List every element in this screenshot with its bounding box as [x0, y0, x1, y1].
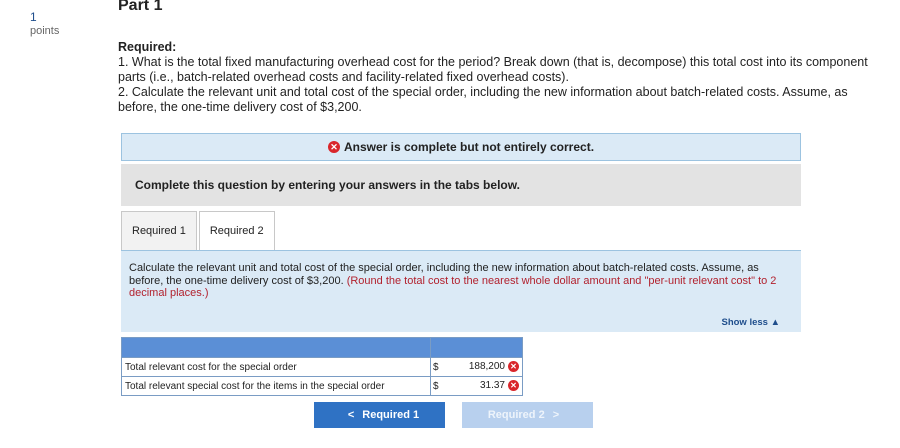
show-less-label: Show less — [721, 317, 768, 328]
required-item-2: 2. Calculate the relevant unit and total… — [118, 85, 848, 114]
table-row: Total relevant special cost for the item… — [121, 376, 523, 396]
header-cell — [121, 337, 431, 358]
x-circle-icon: ✕ — [327, 141, 340, 153]
tab-required-1[interactable]: Required 1 — [121, 211, 197, 251]
next-button-label: Required 2 — [487, 409, 545, 421]
chevron-left-icon: < — [347, 409, 355, 421]
answer-value: 31.37 — [479, 380, 505, 392]
show-less-link[interactable]: Show less ▲ — [721, 317, 780, 328]
x-circle-icon: ✕ — [508, 380, 519, 392]
answer-status-banner: ✕ Answer is complete but not entirely co… — [121, 133, 801, 161]
question-number: 1 — [30, 10, 37, 24]
tab-required-2[interactable]: Required 2 — [198, 211, 275, 251]
question-panel: Calculate the relevant unit and total co… — [121, 250, 801, 332]
prev-button[interactable]: < Required 1 — [314, 402, 445, 428]
answer-status-text: Answer is complete but not entirely corr… — [343, 140, 595, 154]
answer-value: 188,200 — [468, 361, 505, 373]
triangle-up-icon: ▲ — [770, 317, 780, 328]
part-title: Part 1 — [118, 0, 163, 14]
required-section: Required: 1. What is the total fixed man… — [118, 40, 868, 115]
prev-button-label: Required 1 — [362, 409, 420, 421]
currency-sign: $ — [430, 357, 440, 377]
row-label: Total relevant cost for the special orde… — [121, 357, 431, 377]
chevron-right-icon: > — [552, 409, 560, 421]
currency-sign: $ — [430, 376, 440, 396]
header-cell — [430, 337, 440, 358]
next-button[interactable]: Required 2 > — [462, 402, 593, 428]
tab-bar: Required 1 Required 2 — [121, 211, 275, 251]
required-heading: Required: — [118, 40, 177, 54]
header-cell — [439, 337, 523, 358]
row-label: Total relevant special cost for the item… — [121, 376, 431, 396]
instructions-text: Complete this question by entering your … — [135, 178, 520, 192]
x-circle-icon: ✕ — [508, 361, 519, 373]
table-header-row — [121, 337, 523, 358]
answer-input-unit-cost[interactable]: 31.37 ✕ — [439, 376, 523, 396]
table-row: Total relevant cost for the special orde… — [121, 357, 523, 377]
points-label: points — [30, 25, 60, 37]
answer-table: Total relevant cost for the special orde… — [121, 337, 523, 396]
instructions-box: Complete this question by entering your … — [121, 164, 801, 206]
required-item-1: 1. What is the total fixed manufacturing… — [118, 55, 868, 84]
panel-text: Calculate the relevant unit and total co… — [129, 262, 789, 300]
answer-input-total-cost[interactable]: 188,200 ✕ — [439, 357, 523, 377]
